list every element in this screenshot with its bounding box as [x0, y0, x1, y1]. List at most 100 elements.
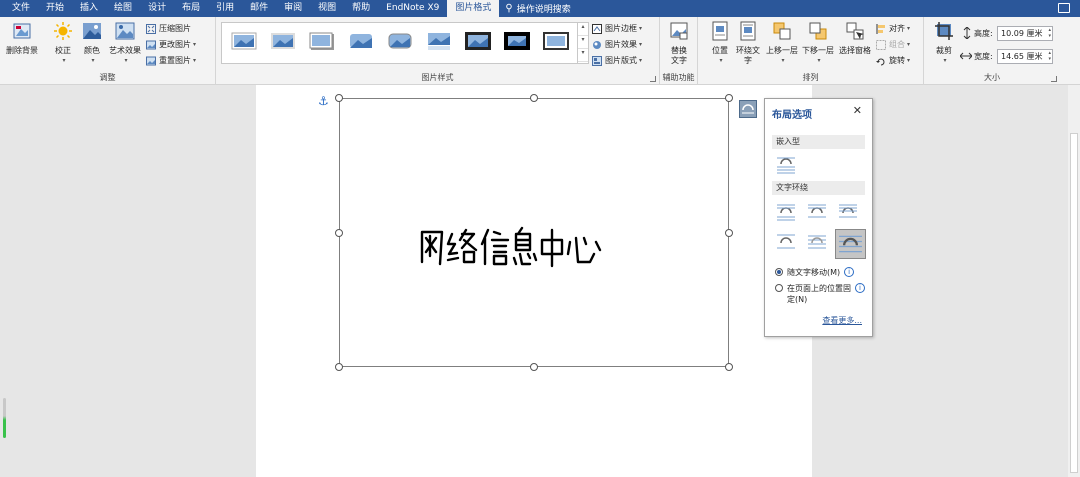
height-input[interactable]: 10.09 厘米 ▴ ▾ — [997, 26, 1053, 41]
resize-handle-right[interactable] — [725, 229, 733, 237]
move-with-text-option[interactable]: 随文字移动(M) i — [775, 267, 855, 278]
resize-handle-bottom-left[interactable] — [335, 363, 343, 371]
reset-picture-button[interactable]: 重置图片 ▾ — [146, 55, 196, 66]
wrap-text-button[interactable]: 环绕文 字 — [734, 21, 762, 66]
tab-review[interactable]: 审阅 — [276, 0, 310, 17]
resize-handle-top[interactable] — [530, 94, 538, 102]
group-objects-button[interactable]: 组合 ▾ — [876, 39, 910, 50]
corrections-button[interactable]: 校正 ▾ — [50, 21, 76, 66]
picture-border-icon — [592, 23, 602, 34]
size-launcher[interactable] — [1051, 76, 1057, 82]
rotate-icon — [876, 58, 885, 65]
tab-view[interactable]: 视图 — [310, 0, 344, 17]
fix-position-radio[interactable] — [775, 284, 783, 292]
comment-icon[interactable] — [1058, 3, 1070, 13]
tell-me-search[interactable]: 操作说明搜索 — [517, 2, 571, 15]
artistic-effects-icon — [115, 22, 135, 40]
gallery-more-icon[interactable]: ▾ — [578, 49, 588, 62]
tab-picture-format[interactable]: 图片格式 — [447, 0, 500, 17]
wrap-behind-text-icon[interactable] — [806, 231, 828, 253]
anchor-icon[interactable]: ⚓ — [318, 94, 329, 108]
rotate-button[interactable]: 旋转 ▾ — [876, 55, 910, 66]
resize-handle-top-right[interactable] — [725, 94, 733, 102]
gallery-up-icon[interactable]: ▴ — [578, 23, 588, 36]
tab-insert[interactable]: 插入 — [72, 0, 106, 17]
resize-handle-bottom-right[interactable] — [725, 363, 733, 371]
resize-handle-bottom[interactable] — [530, 363, 538, 371]
selected-picture[interactable] — [339, 98, 729, 367]
close-icon[interactable]: ✕ — [853, 104, 862, 117]
align-button[interactable]: 对齐 ▾ — [876, 23, 910, 34]
position-button[interactable]: 位置 ▾ — [708, 21, 732, 66]
see-more-link[interactable]: 查看更多... — [822, 315, 862, 326]
tab-file[interactable]: 文件 — [4, 0, 38, 17]
crop-button[interactable]: 裁剪 ▾ — [932, 21, 956, 66]
style-black-frame[interactable] — [464, 30, 492, 52]
tab-draw[interactable]: 绘图 — [106, 0, 140, 17]
style-soft-edge[interactable] — [347, 30, 375, 52]
tab-layout[interactable]: 布局 — [174, 0, 208, 17]
style-simple-frame[interactable] — [230, 30, 258, 52]
wrap-in-front-icon[interactable] — [835, 229, 866, 259]
height-spinner[interactable]: ▴ ▾ — [1048, 27, 1051, 39]
layout-options-icon — [742, 104, 754, 114]
info-icon[interactable]: i — [844, 267, 855, 277]
style-beveled[interactable] — [269, 30, 297, 52]
vertical-scrollbar[interactable] — [1068, 85, 1080, 477]
style-metal-frame[interactable] — [542, 30, 570, 52]
tab-mailings[interactable]: 邮件 — [242, 0, 276, 17]
compress-pictures-button[interactable]: 压缩图片 — [146, 23, 191, 34]
fix-position-option[interactable]: 在页面上的位置固定(N) i — [775, 283, 871, 305]
send-backward-icon — [809, 22, 827, 40]
bring-forward-icon — [773, 22, 791, 40]
wrap-through-icon[interactable] — [837, 201, 859, 223]
alt-text-icon — [670, 22, 688, 40]
group-icon — [876, 39, 886, 50]
size-label: 大小 — [984, 73, 1000, 82]
alt-text-button[interactable]: 替换 文字 — [666, 21, 692, 66]
move-with-text-radio[interactable] — [775, 268, 783, 276]
picture-styles-launcher[interactable] — [650, 76, 656, 82]
tab-references[interactable]: 引用 — [208, 0, 242, 17]
info-icon[interactable]: i — [855, 283, 865, 293]
picture-layout-icon — [592, 55, 602, 66]
wrap-inline-icon[interactable] — [775, 154, 797, 176]
width-spinner[interactable]: ▴ ▾ — [1048, 50, 1051, 62]
bring-forward-button[interactable]: 上移一层 ▾ — [764, 21, 800, 66]
style-shadow[interactable] — [308, 30, 336, 52]
accessibility-group: 替换 文字 辅助功能 — [660, 17, 698, 85]
style-reflected[interactable] — [425, 30, 453, 52]
lightbulb-icon[interactable]: ⚲ — [505, 3, 512, 14]
width-input[interactable]: 14.65 厘米 ▴ ▾ — [997, 49, 1053, 64]
picture-styles-gallery[interactable]: ▴ ▾ ▾ — [221, 22, 589, 64]
picture-layout-button[interactable]: 图片版式 ▾ — [592, 55, 642, 66]
wrap-square-icon[interactable] — [775, 201, 797, 223]
scroll-thumb[interactable] — [1070, 133, 1078, 473]
resize-handle-top-left[interactable] — [335, 94, 343, 102]
popup-title: 布局选项 — [772, 110, 812, 121]
align-icon — [876, 23, 885, 34]
picture-effects-button[interactable]: 图片效果 ▾ — [592, 39, 642, 50]
gallery-scroll[interactable]: ▴ ▾ ▾ — [577, 23, 588, 63]
style-thick-black[interactable] — [503, 30, 531, 52]
picture-border-button[interactable]: 图片边框 ▾ — [592, 23, 642, 34]
wrap-top-bottom-icon[interactable] — [775, 231, 797, 253]
tab-home[interactable]: 开始 — [38, 0, 72, 17]
layout-options-button[interactable] — [739, 100, 757, 118]
remove-background-button[interactable]: 删除背景 — [4, 21, 40, 56]
artistic-effects-button[interactable]: 艺术效果 ▾ — [106, 21, 144, 66]
gallery-down-icon[interactable]: ▾ — [578, 36, 588, 49]
change-picture-button[interactable]: 更改图片 ▾ — [146, 39, 196, 50]
tab-design[interactable]: 设计 — [140, 0, 174, 17]
selection-pane-icon — [846, 22, 864, 40]
arrange-group: 位置 ▾ 环绕文 字 上移一层 ▾ 下移一层 ▾ 选择窗格 对齐▾ 组合▾ — [698, 17, 924, 85]
color-button[interactable]: 颜色 ▾ — [80, 21, 104, 66]
style-rounded[interactable] — [386, 30, 414, 52]
send-backward-button[interactable]: 下移一层 ▾ — [800, 21, 836, 66]
adjust-group: 删除背景 校正 ▾ 颜色 ▾ 艺术效果 ▾ 压缩图片 更改图片▾ 重置图片▾ — [0, 17, 216, 85]
wrap-tight-icon[interactable] — [806, 201, 828, 223]
resize-handle-left[interactable] — [335, 229, 343, 237]
tab-endnote[interactable]: EndNote X9 — [378, 0, 447, 17]
tab-help[interactable]: 帮助 — [344, 0, 378, 17]
selection-pane-button[interactable]: 选择窗格 — [837, 21, 873, 56]
